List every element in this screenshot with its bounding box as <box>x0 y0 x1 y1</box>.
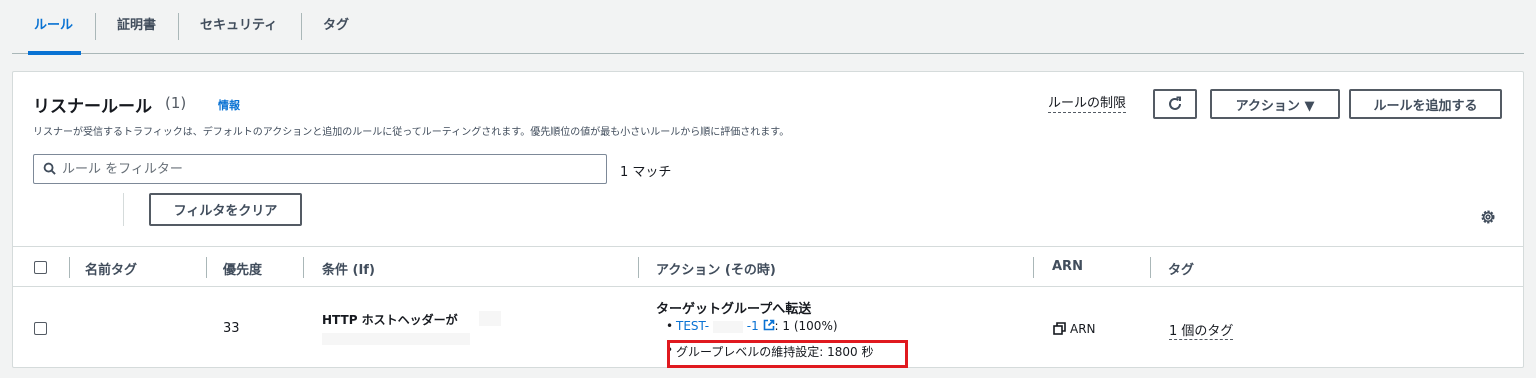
actions-dropdown-button[interactable]: アクション ▼ <box>1210 89 1340 119</box>
tab-divider <box>95 13 96 40</box>
refresh-icon <box>1169 96 1181 110</box>
row-condition: HTTP ホストヘッダーが <box>322 313 458 327</box>
tab-divider <box>301 13 302 40</box>
target-group-link-suffix[interactable]: -1 <box>747 319 759 333</box>
column-divider <box>1150 257 1151 278</box>
arn-copy[interactable]: ARN <box>1053 322 1096 336</box>
gear-icon[interactable] <box>1479 208 1497 226</box>
add-rule-button[interactable]: ルールを追加する <box>1349 89 1502 119</box>
tab-rules[interactable]: ルール <box>27 0 82 55</box>
row-action-title: ターゲットグループへ転送 <box>656 302 812 317</box>
highlight-box <box>667 340 908 368</box>
panel-description: リスナーが受信するトラフィックは、デフォルトのアクションと追加のルールに従ってル… <box>33 127 790 138</box>
clear-filter-button[interactable]: フィルタをクリア <box>149 193 302 226</box>
refresh-button[interactable] <box>1153 89 1197 119</box>
redacted-host-value <box>479 311 501 326</box>
column-divider <box>69 257 70 278</box>
panel-title: リスナールール <box>33 97 152 117</box>
column-divider <box>303 257 304 278</box>
tab-bar: ルール 証明書 セキュリティ タグ <box>12 0 1524 55</box>
tab-certificates[interactable]: 証明書 <box>117 0 156 54</box>
search-icon <box>43 162 56 175</box>
redacted-target-group <box>712 320 743 333</box>
filter-divider <box>123 193 124 226</box>
column-header-tags[interactable]: タグ <box>1168 259 1194 278</box>
select-all-checkbox[interactable] <box>34 261 47 274</box>
column-header-arn[interactable]: ARN <box>1052 259 1083 274</box>
filter-search-box[interactable] <box>33 154 607 184</box>
tab-divider <box>178 13 179 40</box>
copy-icon[interactable] <box>1053 322 1066 335</box>
column-divider <box>206 257 207 278</box>
filter-input[interactable] <box>62 156 602 182</box>
listener-rules-panel: リスナールール (1) 情報 リスナーが受信するトラフィックは、デフォルトのアク… <box>12 71 1524 368</box>
target-weight: : 1 (100%) <box>774 319 838 333</box>
column-header-priority[interactable]: 優先度 <box>223 259 262 278</box>
table-header: 名前タグ 優先度 条件 (If) アクション (その時) ARN タグ <box>13 246 1523 287</box>
rule-limits-link[interactable]: ルールの制限 <box>1048 95 1127 113</box>
row-priority: 33 <box>223 321 240 336</box>
column-header-condition[interactable]: 条件 (If) <box>322 259 375 278</box>
column-header-action[interactable]: アクション (その時) <box>656 259 776 278</box>
external-link-icon[interactable] <box>763 319 775 331</box>
target-group-entry: TEST- -1 : 1 (100%) <box>676 319 838 333</box>
rule-count: (1) <box>165 94 187 112</box>
row-tags-link[interactable]: 1 個のタグ <box>1169 320 1234 340</box>
redacted-host-value <box>322 333 470 345</box>
column-header-name-tag[interactable]: 名前タグ <box>85 259 137 278</box>
tab-tags[interactable]: タグ <box>323 0 349 54</box>
target-group-link[interactable]: TEST- <box>676 319 709 333</box>
arn-label: ARN <box>1070 322 1096 336</box>
column-divider <box>1033 257 1034 278</box>
match-count: 1 マッチ <box>620 165 672 180</box>
tab-security[interactable]: セキュリティ <box>200 0 277 54</box>
row-checkbox[interactable] <box>34 322 47 335</box>
column-divider <box>638 257 639 278</box>
tags-count-link[interactable]: 1 個のタグ <box>1169 324 1234 340</box>
table-row: 33 HTTP ホストヘッダーが ターゲットグループへ転送 TEST- -1 :… <box>13 288 1523 368</box>
info-link[interactable]: 情報 <box>218 97 240 113</box>
